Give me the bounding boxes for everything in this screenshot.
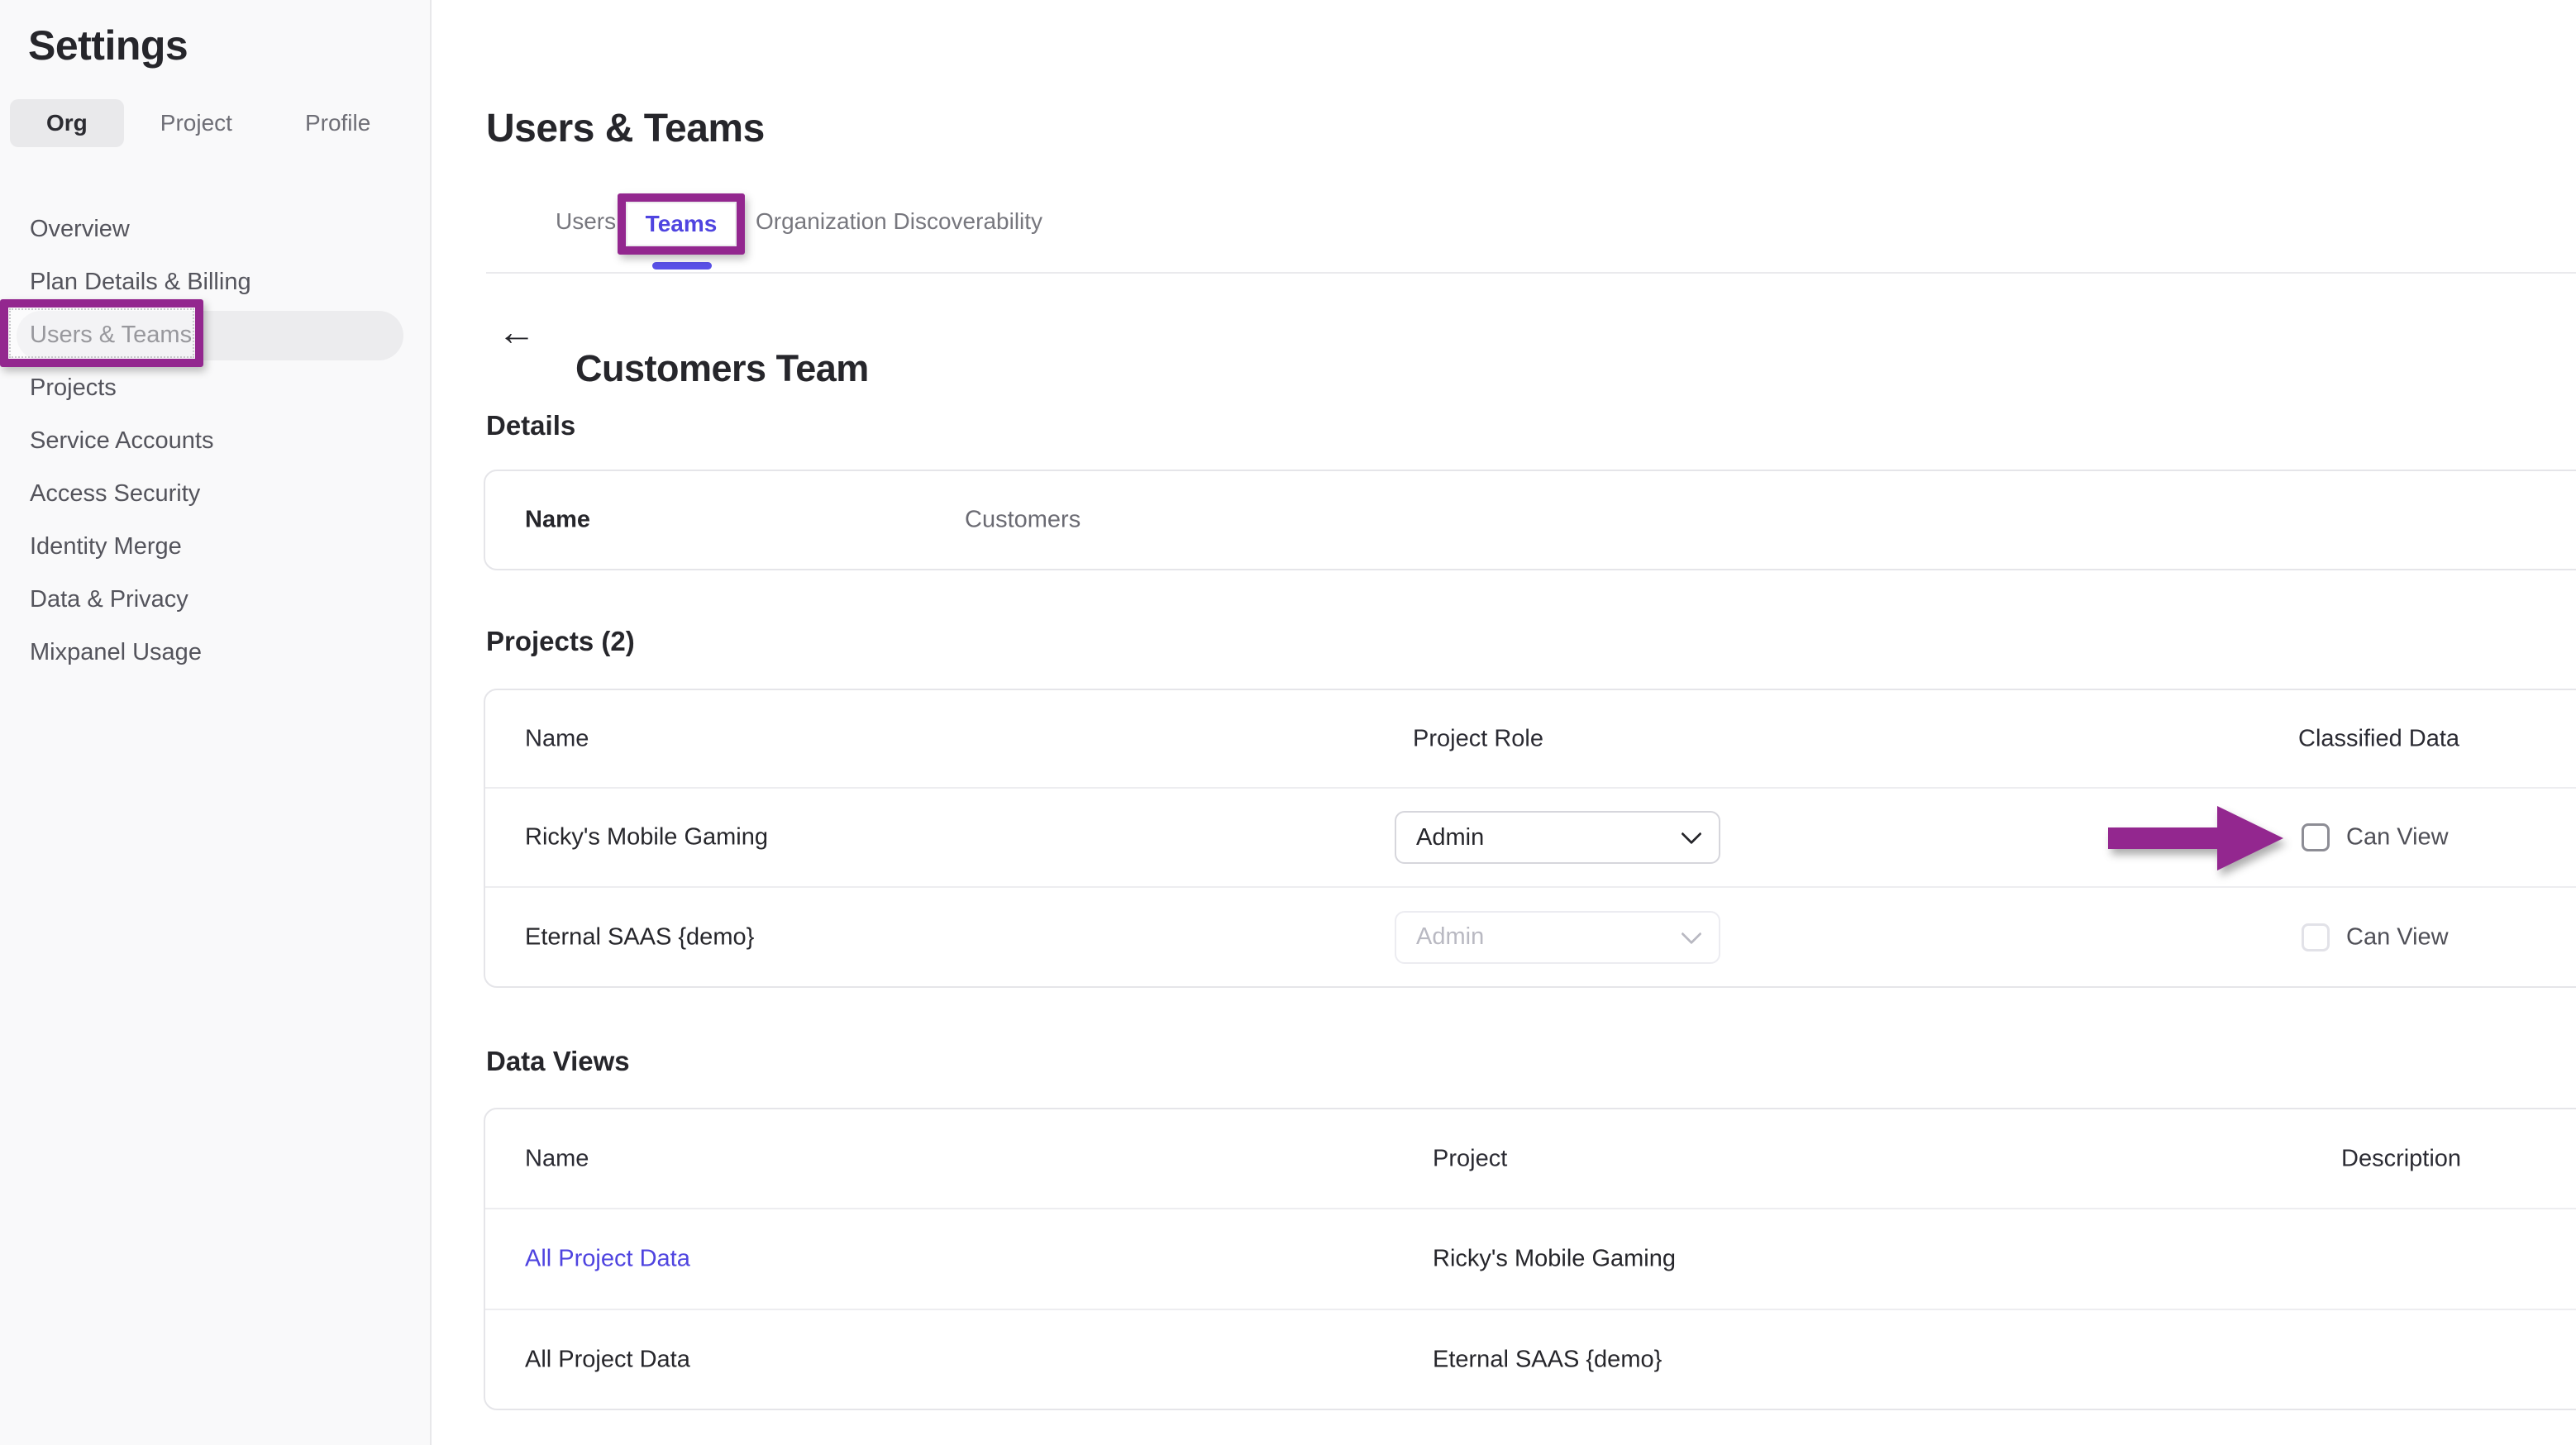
column-header-description: Description — [2341, 1145, 2461, 1172]
details-row: Name Customers — [485, 471, 2576, 569]
settings-page: Settings Org Project Profile Overview Pl… — [0, 0, 2576, 1445]
sidebar-item-mixpanel-usage[interactable]: Mixpanel Usage — [0, 626, 430, 679]
sidebar-item-projects[interactable]: Projects — [0, 361, 430, 414]
sidebar-item-label: Plan Details & Billing — [30, 269, 251, 295]
tab-organization-discoverability[interactable]: Organization Discoverability — [756, 208, 1042, 235]
tabs-divider — [486, 272, 2576, 274]
settings-title: Settings — [28, 21, 188, 69]
sidebar-item-users-teams[interactable]: Users & Teams — [0, 308, 430, 361]
annotation-box-teams-tab: Teams — [618, 193, 745, 255]
column-header-project-role: Project Role — [1413, 725, 1543, 752]
scope-tabs: Org Project Profile — [10, 99, 407, 147]
team-title: Customers Team — [575, 347, 869, 390]
tab-users[interactable]: Users — [556, 208, 616, 235]
active-tab-underline — [652, 262, 712, 269]
project-name: Ricky's Mobile Gaming — [525, 824, 768, 851]
column-header-project: Project — [1433, 1145, 1507, 1172]
data-view-name: All Project Data — [525, 1346, 690, 1373]
sidebar-item-label: Access Security — [30, 480, 200, 507]
sidebar: Settings Org Project Profile Overview Pl… — [0, 0, 432, 1445]
sidebar-item-label: Data & Privacy — [30, 586, 188, 613]
sidebar-item-label: Users & Teams — [30, 322, 192, 348]
sidebar-item-service-accounts[interactable]: Service Accounts — [0, 414, 430, 467]
data-views-heading: Data Views — [486, 1046, 630, 1077]
sidebar-item-label: Overview — [30, 216, 130, 242]
data-view-row: All Project Data Ricky's Mobile Gaming — [485, 1208, 2576, 1309]
sidebar-item-data-privacy[interactable]: Data & Privacy — [0, 573, 430, 626]
page-title: Users & Teams — [486, 106, 765, 151]
sidebar-item-label: Projects — [30, 374, 117, 401]
data-views-table: Name Project Description All Project Dat… — [484, 1108, 2576, 1410]
project-role-value: Admin — [1416, 824, 1484, 851]
column-header-classified-data: Classified Data — [2298, 725, 2459, 752]
projects-heading: Projects (2) — [486, 626, 635, 657]
details-name-label: Name — [525, 507, 590, 534]
can-view-label: Can View — [2346, 923, 2449, 951]
can-view-label: Can View — [2346, 824, 2449, 851]
data-view-project: Ricky's Mobile Gaming — [1433, 1246, 1676, 1273]
project-role-select-disabled: Admin — [1395, 911, 1720, 964]
can-view-checkbox[interactable] — [2302, 823, 2330, 851]
project-name: Eternal SAAS {demo} — [525, 923, 754, 951]
sidebar-item-identity-merge[interactable]: Identity Merge — [0, 520, 430, 573]
data-view-name-link[interactable]: All Project Data — [525, 1246, 690, 1273]
details-name-value: Customers — [965, 507, 1080, 534]
scope-tab-profile[interactable]: Profile — [269, 99, 407, 147]
sidebar-item-label: Mixpanel Usage — [30, 639, 202, 665]
can-view-checkbox-disabled — [2302, 923, 2330, 951]
projects-table: Name Project Role Classified Data Ricky'… — [484, 689, 2576, 988]
data-view-row: All Project Data Eternal SAAS {demo} — [485, 1309, 2576, 1409]
project-role-value: Admin — [1416, 923, 1484, 951]
details-card: Name Customers — [484, 470, 2576, 570]
column-header-name: Name — [525, 725, 589, 752]
project-row: Ricky's Mobile Gaming Admin Can View — [485, 787, 2576, 886]
scope-tab-project[interactable]: Project — [124, 99, 269, 147]
sidebar-item-label: Identity Merge — [30, 533, 182, 560]
sidebar-item-overview[interactable]: Overview — [0, 203, 430, 255]
sidebar-item-label: Service Accounts — [30, 427, 213, 454]
tab-teams[interactable]: Teams — [646, 211, 718, 237]
scope-tab-org[interactable]: Org — [10, 99, 124, 147]
projects-header-row: Name Project Role Classified Data — [485, 690, 2576, 787]
sidebar-item-access-security[interactable]: Access Security — [0, 467, 430, 520]
data-view-project: Eternal SAAS {demo} — [1433, 1346, 1662, 1373]
project-row: Eternal SAAS {demo} Admin Can View — [485, 886, 2576, 986]
chevron-down-icon — [1681, 823, 1701, 844]
column-header-name: Name — [525, 1145, 589, 1172]
sidebar-item-plan-details-billing[interactable]: Plan Details & Billing — [0, 255, 430, 308]
data-views-header-row: Name Project Description — [485, 1109, 2576, 1208]
back-arrow-icon[interactable]: ← — [498, 312, 536, 351]
details-heading: Details — [486, 410, 575, 441]
project-role-select[interactable]: Admin — [1395, 811, 1720, 864]
sidebar-nav: Overview Plan Details & Billing Users & … — [0, 203, 430, 679]
chevron-down-icon — [1681, 923, 1701, 944]
